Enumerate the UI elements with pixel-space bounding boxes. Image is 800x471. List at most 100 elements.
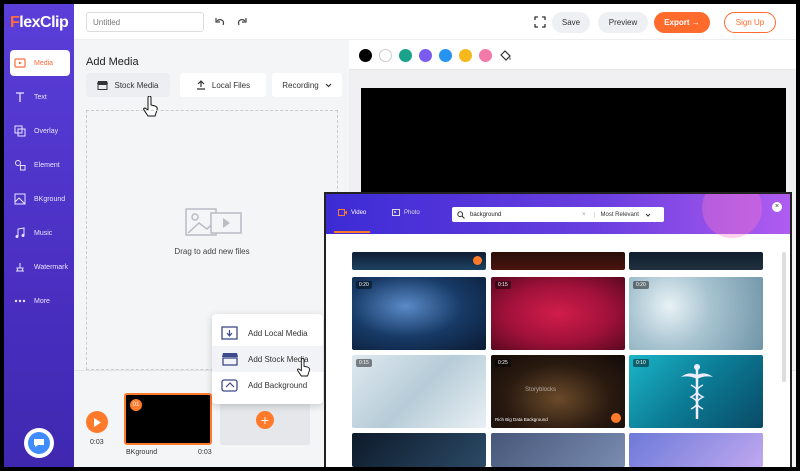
stock-thumbnail[interactable] [352, 252, 486, 270]
project-title-input[interactable] [86, 12, 204, 32]
flexclip-logo[interactable]: FlexClip [10, 14, 69, 32]
fullscreen-icon[interactable] [534, 16, 546, 28]
stock-results-grid: 0:20 0:15 0:20 0:15 0:25 Storyblocks Ric… [352, 252, 764, 467]
tab-video[interactable]: Video [333, 209, 371, 233]
sidebar-item-media[interactable]: Media [10, 50, 70, 76]
add-background-icon [221, 379, 238, 392]
swatch-pink[interactable] [479, 49, 492, 62]
swatch-purple[interactable] [419, 49, 432, 62]
play-button[interactable] [86, 411, 108, 433]
preview-button[interactable]: Preview [598, 12, 648, 33]
swatch-teal[interactable] [399, 49, 412, 62]
caduceus-icon [681, 364, 713, 419]
export-button[interactable]: Export → [654, 12, 710, 33]
background-icon [14, 193, 26, 205]
add-thumbnail-icon[interactable] [473, 256, 482, 265]
editor-window: FlexClip Media Text Overlay Element BKgr… [4, 4, 796, 467]
save-button[interactable]: Save [552, 12, 590, 33]
stock-thumbnail[interactable] [629, 252, 763, 270]
sidebar-item-text[interactable]: Text [10, 84, 70, 110]
stock-thumbnail[interactable]: 0:15 [491, 277, 625, 350]
sidebar-item-music[interactable]: Music [10, 220, 70, 246]
chat-icon [28, 432, 50, 454]
close-dialog-button[interactable]: × [772, 202, 782, 212]
paint-bucket-icon[interactable] [499, 49, 512, 62]
sidebar-item-more[interactable]: More [10, 288, 70, 314]
music-icon [15, 227, 25, 238]
clear-search-icon[interactable]: × [582, 212, 586, 218]
add-media-menu: Add Local Media Add Stock Media Add Back… [212, 314, 323, 404]
clip-duration: 0:03 [198, 449, 212, 456]
sidebar-item-overlay[interactable]: Overlay [10, 118, 70, 144]
tab-stock-media[interactable]: Stock Media [86, 73, 170, 97]
play-icon [94, 417, 101, 427]
chevron-down-icon [645, 213, 651, 217]
drop-hint: Drag to add new files [174, 247, 250, 256]
add-clip-button[interactable]: + [256, 411, 274, 429]
header-decoration [702, 194, 762, 238]
swatch-black[interactable] [359, 49, 372, 62]
timeline-clip[interactable]: 01 [124, 393, 212, 445]
tab-local-files[interactable]: Local Files [180, 73, 266, 97]
dialog-scrollbar[interactable] [782, 252, 786, 382]
stock-thumbnail[interactable]: 0:15 [352, 355, 486, 428]
media-icon [14, 58, 26, 68]
thumbnail-watermark: Storyblocks [525, 387, 557, 393]
sidebar-item-label: Text [34, 93, 47, 101]
upload-icon [196, 80, 205, 90]
sidebar-item-label: Music [34, 229, 53, 237]
thumbnail-duration: 0:20 [633, 281, 649, 289]
stock-thumbnail[interactable] [491, 252, 625, 270]
undo-icon[interactable] [214, 16, 226, 28]
tab-label: Local Files [211, 80, 251, 90]
sort-label: Most Relevant [600, 211, 639, 218]
redo-icon[interactable] [236, 16, 248, 28]
stock-thumbnail[interactable]: 0:20 [629, 277, 763, 350]
sidebar: FlexClip Media Text Overlay Element BKgr… [4, 4, 74, 467]
stock-media-icon [222, 353, 238, 366]
stock-thumbnail[interactable] [491, 433, 625, 467]
stock-thumbnail[interactable]: 0:25 Storyblocks Rich Big Data Backgroun… [491, 355, 625, 428]
add-thumbnail-icon[interactable] [611, 413, 621, 423]
search-input[interactable]: background [470, 212, 582, 218]
photo-icon [392, 209, 400, 216]
dialog-header: Video Photo background × Most Relevant × [326, 194, 790, 238]
top-bar: Save Preview Export → Sign Up [74, 4, 796, 40]
more-icon [14, 299, 26, 303]
tab-label: Stock Media [114, 80, 159, 90]
sidebar-item-bkground[interactable]: BKground [10, 186, 70, 212]
media-placeholder-icon [185, 208, 242, 236]
stock-thumbnail[interactable] [352, 433, 486, 467]
swatch-yellow[interactable] [459, 49, 472, 62]
tab-label: Video [351, 209, 367, 216]
sidebar-item-label: Watermark [34, 263, 68, 271]
sidebar-item-label: Element [34, 161, 60, 169]
chat-button[interactable] [24, 428, 54, 458]
thumbnail-duration: 0:10 [633, 359, 649, 367]
tab-label: Recording [282, 80, 319, 90]
sidebar-item-element[interactable]: Element [10, 152, 70, 178]
overlay-icon [14, 125, 26, 137]
tab-photo[interactable]: Photo [392, 209, 420, 216]
stock-thumbnail[interactable] [629, 433, 763, 467]
stock-thumbnail[interactable]: 0:10 [629, 355, 763, 428]
stock-media-dialog: Video Photo background × Most Relevant × [326, 194, 790, 467]
menu-item-label: Add Background [248, 380, 308, 390]
sign-up-button[interactable]: Sign Up [724, 12, 776, 33]
text-icon [16, 92, 24, 102]
logo-text: lexClip [19, 14, 69, 31]
swatch-blue[interactable] [439, 49, 452, 62]
thumbnail-duration: 0:25 [495, 359, 511, 367]
menu-item-add-local-media[interactable]: Add Local Media [212, 320, 323, 346]
tab-recording[interactable]: Recording [272, 73, 342, 97]
color-swatch-bar [349, 40, 796, 70]
sort-dropdown[interactable]: Most Relevant [593, 211, 651, 218]
clip-label: BKground [126, 449, 158, 456]
hand-cursor-icon [297, 358, 310, 377]
stock-thumbnail[interactable]: 0:20 [352, 277, 486, 350]
sidebar-item-label: Overlay [34, 127, 59, 135]
swatch-white[interactable] [379, 49, 392, 62]
video-icon [338, 209, 347, 216]
sidebar-item-watermark[interactable]: Watermark [10, 254, 70, 280]
sidebar-item-label: BKground [34, 195, 66, 203]
